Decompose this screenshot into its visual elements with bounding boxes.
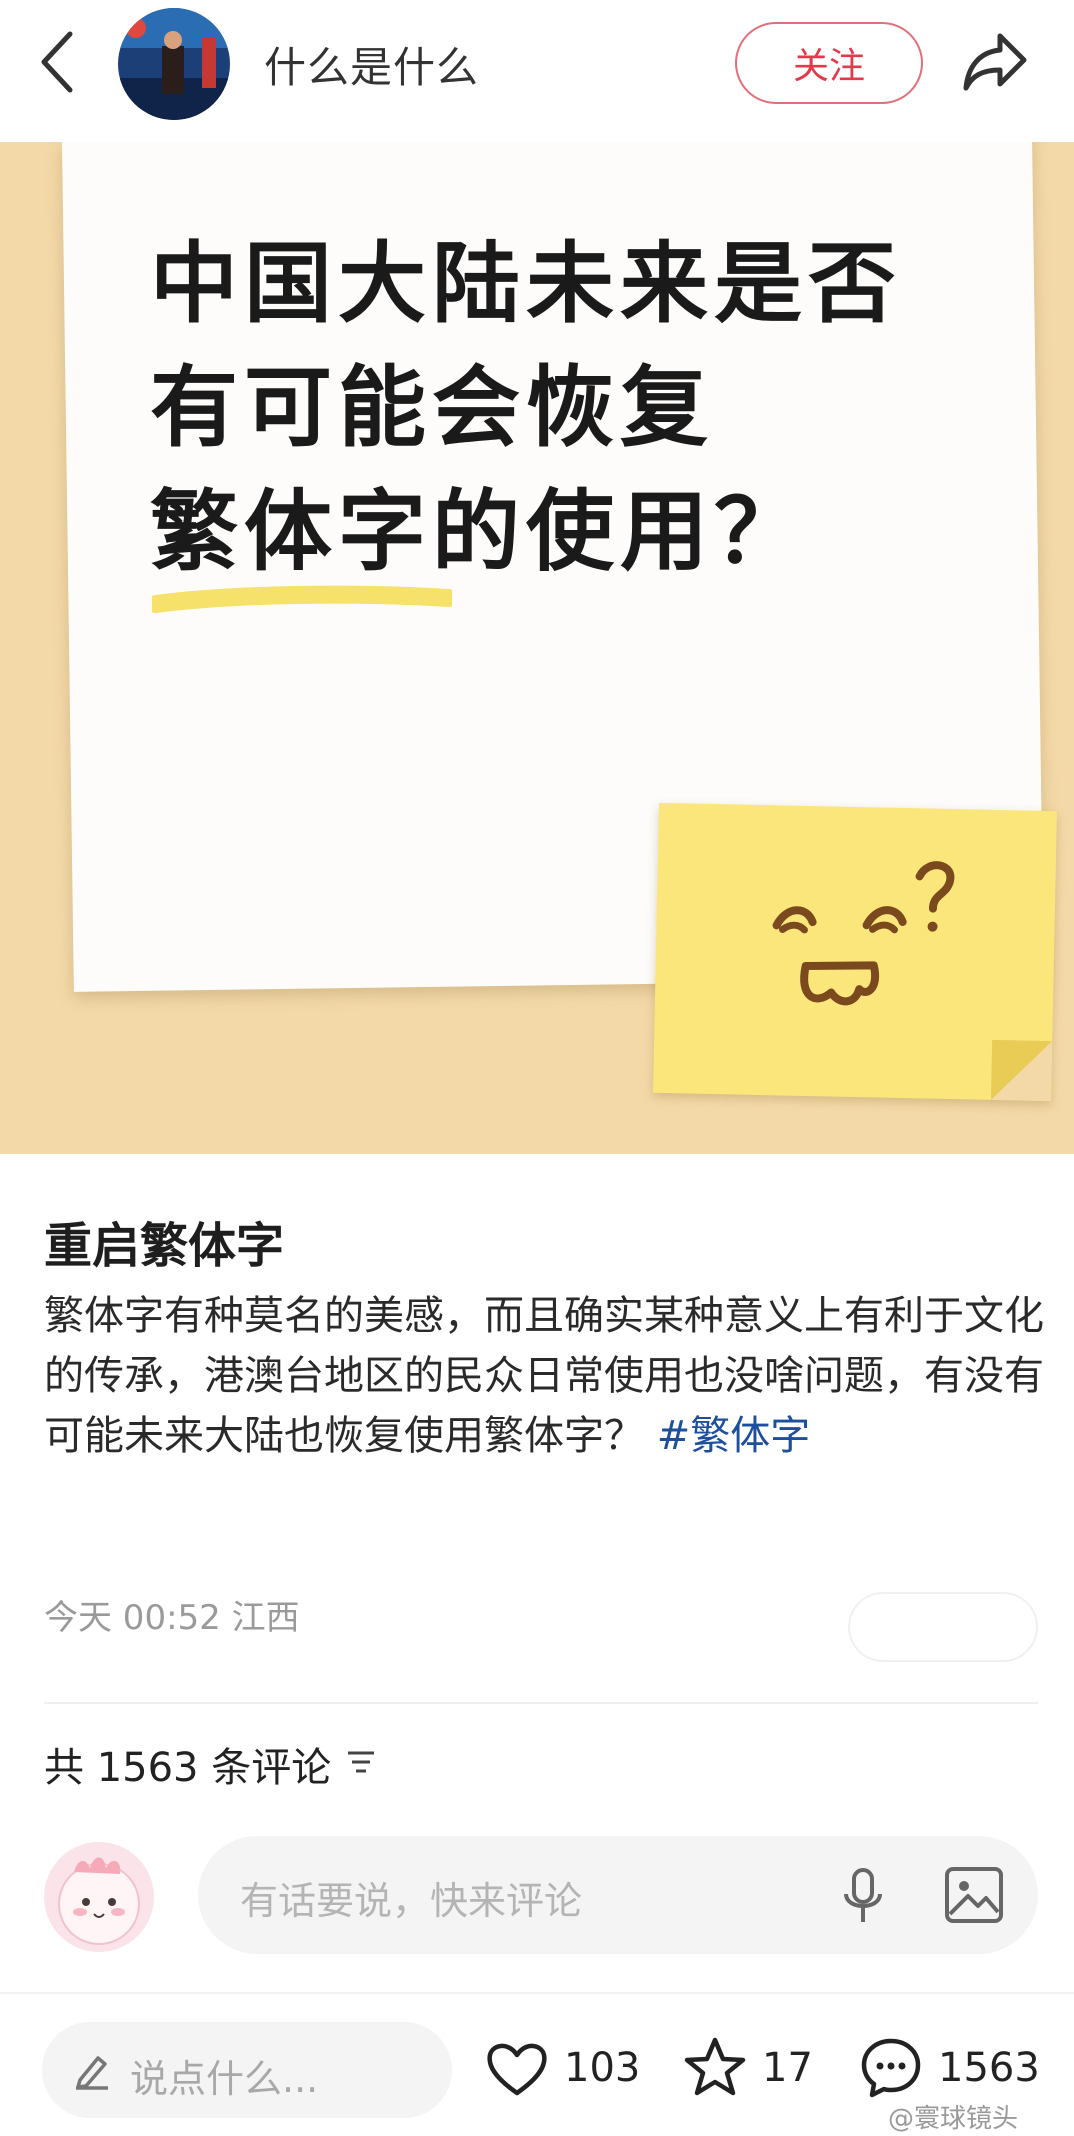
hashtag-link[interactable]: #繁体字 [657, 1413, 811, 1459]
watermark: @寰球镜头 [888, 2104, 1019, 2134]
bottom-divider [0, 1992, 1074, 1994]
image-question-text: 中国大陆未来是否 有可能会恢复 繁体字的使用？ [150, 222, 950, 594]
like-button[interactable]: 103 [484, 2028, 640, 2108]
comment-input[interactable]: 有话要说，快来评论 [198, 1836, 1038, 1954]
heart-icon [487, 2043, 547, 2096]
say-placeholder: 说点什么... [130, 2057, 319, 2101]
back-arrow-icon[interactable] [36, 28, 80, 96]
favorite-button[interactable]: 17 [682, 2028, 813, 2108]
comment-placeholder: 有话要说，快来评论 [240, 1879, 583, 1923]
post-image[interactable]: 中国大陆未来是否 有可能会恢复 繁体字的使用？ [0, 142, 1074, 1154]
comment-count: 共 1563 条评论 [44, 1745, 332, 1791]
sort-icon[interactable] [346, 1748, 376, 1776]
like-count: 103 [564, 2045, 641, 2091]
question-line-3: 繁体字的使用？ [150, 480, 809, 583]
say-something-input[interactable]: 说点什么... [42, 2022, 452, 2118]
microphone-icon[interactable] [838, 1866, 888, 1926]
comment-bubble-icon [861, 2038, 921, 2098]
pencil-icon [76, 2056, 108, 2090]
post-title: 重启繁体字 [44, 1218, 285, 1274]
follow-button[interactable]: 关注 [735, 22, 923, 104]
post-body-text: 繁体字有种莫名的美感，而且确实某种意义上有利于文化的传承，港澳台地区的民众日常使… [44, 1293, 1044, 1459]
author-name[interactable]: 什么是什么 [264, 34, 479, 95]
image-icon[interactable] [944, 1866, 1004, 1924]
confused-face-icon [772, 861, 955, 1006]
post-time: 今天 00:52 [44, 1598, 221, 1638]
favorite-count: 17 [762, 2045, 813, 2091]
blurred-pill [848, 1592, 1038, 1662]
share-icon[interactable] [960, 30, 1030, 94]
sticky-note [653, 802, 1057, 1102]
top-bar: 什么是什么 关注 [0, 0, 1074, 142]
comment-count-bottom: 1563 [938, 2045, 1040, 2091]
post-body: 繁体字有种莫名的美感，而且确实某种意义上有利于文化的传承，港澳台地区的民众日常使… [44, 1286, 1044, 1466]
question-line-2: 有可能会恢复 [150, 356, 715, 459]
question-line-1: 中国大陆未来是否 [150, 232, 903, 335]
star-icon [684, 2037, 746, 2096]
comment-button[interactable]: 1563 [858, 2028, 1040, 2108]
user-avatar [44, 1842, 154, 1952]
divider [44, 1702, 1038, 1704]
post-meta: 今天 00:52 江西 [44, 1590, 300, 1639]
sticky-fold [990, 1039, 1053, 1102]
author-avatar[interactable] [118, 8, 230, 120]
post-location: 江西 [231, 1598, 300, 1638]
highlight-stroke [152, 585, 452, 613]
